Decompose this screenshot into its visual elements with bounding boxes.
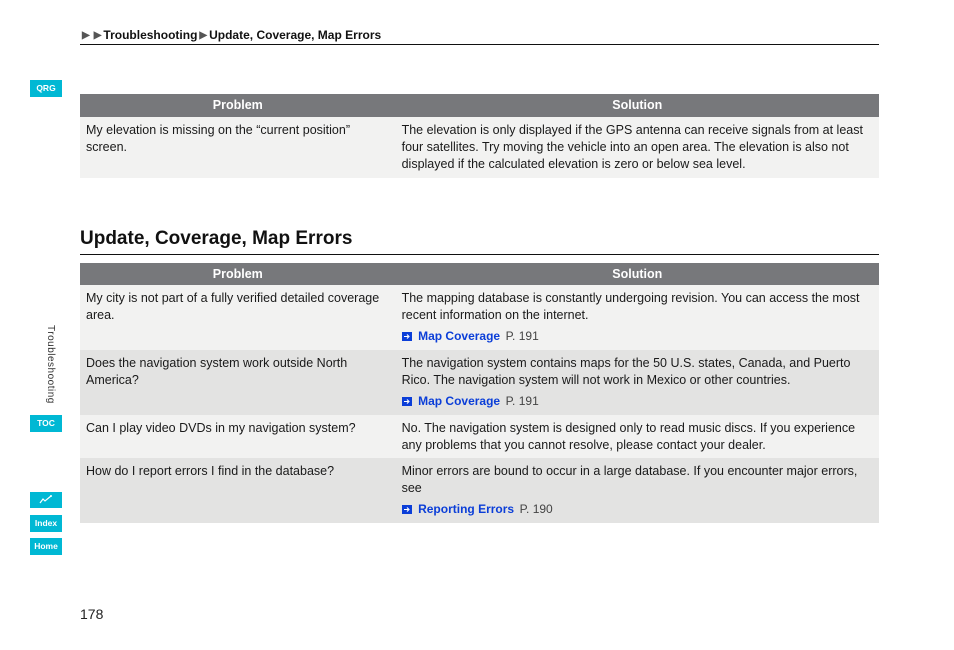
cell-solution: Minor errors are bound to occur in a lar… [396,458,879,523]
table-row: My elevation is missing on the “current … [80,117,879,178]
table-row: Can I play video DVDs in my navigation s… [80,415,879,459]
breadcrumb-level-2[interactable]: Update, Coverage, Map Errors [209,28,381,42]
cell-solution: The mapping database is constantly under… [396,285,879,350]
xref-link-reporting-errors[interactable]: Reporting Errors [418,502,514,516]
arrow-right-icon: ▶ [94,30,102,41]
table-row: Does the navigation system work outside … [80,350,879,415]
xref-link-map-coverage[interactable]: Map Coverage [418,329,500,343]
toc-button[interactable]: TOC [30,415,62,432]
page-content: Problem Solution My elevation is missing… [80,94,879,523]
section-heading-update-coverage-map-errors: Update, Coverage, Map Errors [80,228,879,250]
qrg-button[interactable]: QRG [30,80,62,97]
section-rule [80,254,879,255]
voice-icon [39,494,53,506]
xref-arrow-icon [402,332,412,341]
cell-problem: My elevation is missing on the “current … [80,117,396,178]
arrow-right-icon: ▶ [82,30,90,41]
cell-problem: My city is not part of a fully verified … [80,285,396,350]
cell-solution: The elevation is only displayed if the G… [396,117,879,178]
section-tab-troubleshooting[interactable]: Troubleshooting [45,325,56,404]
xref-arrow-icon [402,397,412,406]
solution-text: The navigation system contains maps for … [402,356,851,387]
xref-page: P. 191 [506,394,539,408]
col-header-solution: Solution [396,94,879,117]
breadcrumb-rule [80,44,879,45]
table-row: My city is not part of a fully verified … [80,285,879,350]
voice-button[interactable] [30,492,62,508]
cell-solution: No. The navigation system is designed on… [396,415,879,459]
cell-problem: Does the navigation system work outside … [80,350,396,415]
col-header-problem: Problem [80,94,396,117]
xref-page: P. 190 [520,502,553,516]
troubleshooting-table-update-coverage: Problem Solution My city is not part of … [80,263,879,524]
page-number: 178 [80,606,103,622]
cell-problem: How do I report errors I find in the dat… [80,458,396,523]
col-header-problem: Problem [80,263,396,286]
index-button[interactable]: Index [30,515,62,532]
xref-arrow-icon [402,505,412,514]
xref-page: P. 191 [506,329,539,343]
cell-problem: Can I play video DVDs in my navigation s… [80,415,396,459]
xref-link-map-coverage[interactable]: Map Coverage [418,394,500,408]
col-header-solution: Solution [396,263,879,286]
table-row: How do I report errors I find in the dat… [80,458,879,523]
cell-solution: The navigation system contains maps for … [396,350,879,415]
solution-text: The mapping database is constantly under… [402,291,860,322]
breadcrumb: ▶ ▶ Troubleshooting ▶ Update, Coverage, … [80,28,381,42]
breadcrumb-level-1[interactable]: Troubleshooting [103,28,197,42]
troubleshooting-table-elevation: Problem Solution My elevation is missing… [80,94,879,178]
home-button[interactable]: Home [30,538,62,555]
arrow-right-icon: ▶ [199,30,207,41]
solution-text: Minor errors are bound to occur in a lar… [402,464,858,495]
